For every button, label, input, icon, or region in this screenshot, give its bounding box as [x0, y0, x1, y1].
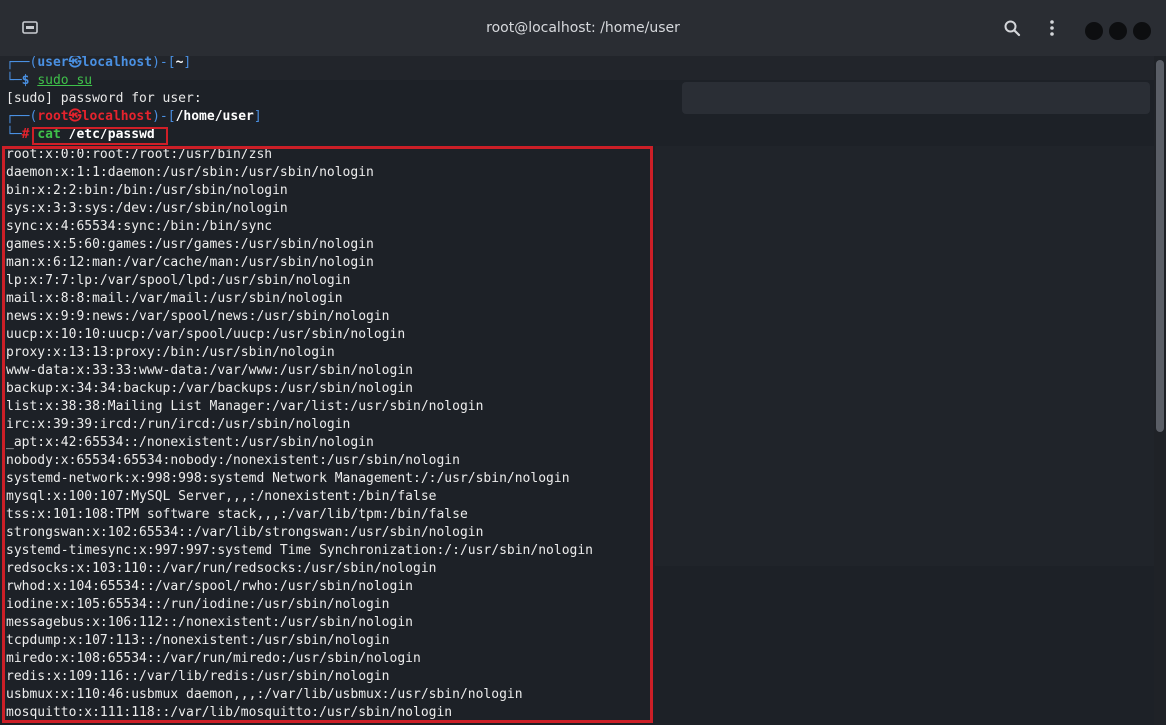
maximize-button[interactable]	[1109, 22, 1127, 40]
title-bar: root@localhost: /home/user	[0, 0, 1166, 57]
window-title: root@localhost: /home/user	[486, 20, 680, 36]
close-button[interactable]	[1133, 22, 1151, 40]
command-highlight-box	[32, 127, 168, 145]
scrollbar[interactable]	[1154, 56, 1166, 725]
background-ghost-search	[682, 82, 1150, 114]
terminal-area[interactable]: ┌──(user㉿localhost)-[~] └─$ sudo su [sud…	[0, 56, 1154, 725]
background-ghost-panel	[655, 146, 1154, 566]
scroll-thumb[interactable]	[1156, 60, 1164, 432]
sudo-password-prompt: [sudo] password for user:	[6, 91, 202, 106]
command-line-sudo: └─$ sudo su	[6, 73, 93, 88]
prompt-line-root: ┌──(root㉿localhost)-[/home/user]	[6, 109, 262, 124]
minimize-button[interactable]	[1085, 22, 1103, 40]
output-highlight-box	[2, 146, 653, 723]
search-icon[interactable]	[1002, 18, 1022, 38]
prompt-line-user: ┌──(user㉿localhost)-[~]	[6, 56, 192, 70]
kebab-menu-icon[interactable]	[1042, 18, 1062, 38]
